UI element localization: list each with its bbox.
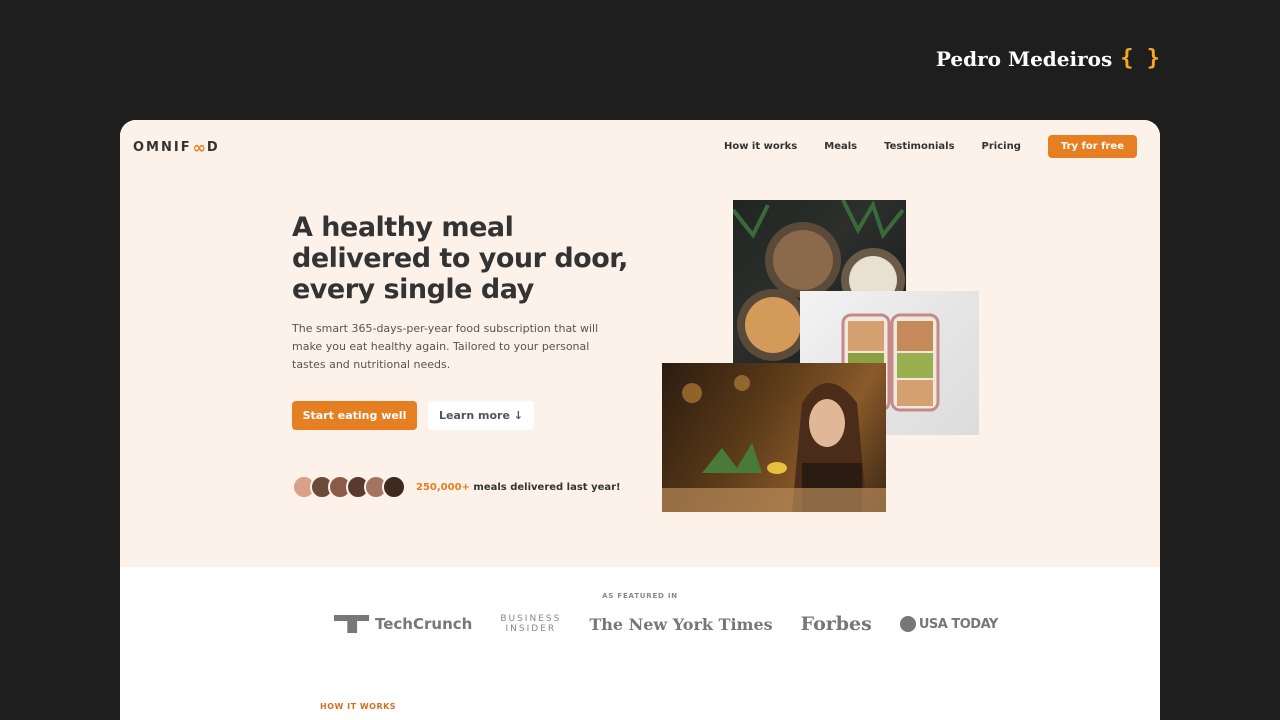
woman-eating-photo bbox=[662, 363, 886, 512]
learn-more-button[interactable]: Learn more ↓ bbox=[428, 401, 534, 430]
hero-title: A healthy meal delivered to your door, e… bbox=[292, 212, 628, 305]
business-insider-logo: BUSINESS INSIDER bbox=[500, 614, 561, 634]
delivered-meals: 250,000+ meals delivered last year! bbox=[292, 475, 621, 499]
nav-testimonials[interactable]: Testimonials bbox=[884, 141, 954, 152]
author-signature: Pedro Medeiros { } bbox=[936, 46, 1160, 71]
nav-pricing[interactable]: Pricing bbox=[982, 141, 1021, 152]
logo-text-end: D bbox=[206, 140, 220, 155]
delivered-count: 250,000+ bbox=[416, 481, 470, 493]
press-logos: TechCrunch BUSINESS INSIDER The New York… bbox=[334, 613, 998, 635]
try-for-free-button[interactable]: Try for free bbox=[1047, 135, 1137, 158]
braces-icon: { } bbox=[1120, 46, 1160, 71]
bi-line-2: INSIDER bbox=[505, 624, 557, 634]
featured-in-section: AS FEATURED IN TechCrunch BUSINESS INSID… bbox=[120, 567, 1160, 677]
techcrunch-logo: TechCrunch bbox=[334, 615, 472, 633]
delivered-label: meals delivered last year! bbox=[469, 481, 621, 493]
techcrunch-text: TechCrunch bbox=[375, 615, 473, 633]
author-name: Pedro Medeiros bbox=[935, 46, 1113, 71]
main-nav: How it works Meals Testimonials Pricing … bbox=[724, 135, 1137, 158]
nyt-logo: The New York Times bbox=[589, 614, 773, 634]
bi-line-1: BUSINESS bbox=[500, 614, 562, 624]
techcrunch-mark-icon bbox=[334, 615, 369, 633]
logo-text-start: OMNIF bbox=[133, 140, 192, 155]
hero-section: OMNIF ∞ D How it works Meals Testimonial… bbox=[120, 120, 1160, 567]
hero-description: The smart 365-days-per-year food subscri… bbox=[292, 322, 599, 371]
forbes-logo: Forbes bbox=[800, 613, 872, 635]
site-header: OMNIF ∞ D How it works Meals Testimonial… bbox=[120, 120, 1160, 172]
omnifood-logo[interactable]: OMNIF ∞ D bbox=[133, 138, 220, 157]
start-eating-well-button[interactable]: Start eating well bbox=[292, 401, 417, 430]
how-it-works-label: HOW IT WORKS bbox=[320, 702, 397, 711]
usatoday-logo: USA TODAY bbox=[899, 616, 998, 632]
delivered-text: 250,000+ meals delivered last year! bbox=[416, 482, 621, 493]
nav-how-it-works[interactable]: How it works bbox=[724, 141, 797, 152]
website-frame: OMNIF ∞ D How it works Meals Testimonial… bbox=[120, 120, 1160, 720]
usatoday-dot-icon bbox=[899, 616, 916, 632]
avatar bbox=[382, 475, 406, 499]
nav-meals[interactable]: Meals bbox=[824, 141, 857, 152]
infinity-icon: ∞ bbox=[192, 138, 206, 157]
customer-avatars bbox=[292, 475, 406, 499]
usatoday-text: USA TODAY bbox=[918, 616, 998, 632]
featured-label: AS FEATURED IN bbox=[602, 592, 678, 600]
